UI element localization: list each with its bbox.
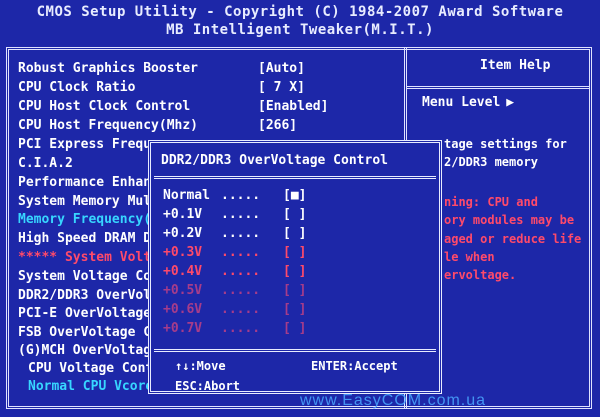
setting-high-speed-dram[interactable]: High Speed DRAM D (18, 230, 151, 248)
help-text-line: ervoltage. (444, 268, 517, 282)
option-plus-0-7v[interactable]: +0.7V..... [ ] (163, 320, 306, 338)
overvoltage-dialog: DDR2/DDR3 OverVoltage Control Normal....… (148, 140, 442, 394)
setting-memory-frequency: Memory Frequency( (18, 212, 152, 227)
option-checkbox[interactable]: [ ] (283, 225, 306, 243)
option-plus-0-4v[interactable]: +0.4V..... [ ] (163, 263, 306, 281)
option-plus-0-5v[interactable]: +0.5V..... [ ] (163, 282, 306, 300)
option-checkbox[interactable]: [ ] (283, 301, 306, 319)
setting-value-cpu-host-clock-control[interactable]: [Enabled] (258, 98, 328, 116)
help-text-line: tage settings for (444, 137, 567, 151)
option-checkbox-selected[interactable]: [■] (283, 187, 306, 205)
option-dots: ..... (221, 226, 261, 241)
option-label: +0.3V (163, 245, 203, 260)
setting-system-memory-multiplier[interactable]: System Memory Mul (18, 193, 151, 211)
setting-system-voltage-control[interactable]: System Voltage Co (18, 268, 151, 286)
option-checkbox[interactable]: [ ] (283, 282, 306, 300)
option-dots: ..... (221, 245, 261, 260)
move-key-hint: ↑↓:Move (175, 359, 226, 373)
title-bar: CMOS Setup Utility - Copyright (C) 1984-… (0, 0, 600, 46)
watermark: www.EasyCOM.com.ua (300, 392, 487, 409)
option-checkbox[interactable]: [ ] (283, 263, 306, 281)
option-checkbox[interactable]: [ ] (283, 244, 306, 262)
option-dots: ..... (221, 283, 261, 298)
setting-cpu-host-frequency[interactable]: CPU Host Frequency(Mhz) (18, 117, 198, 135)
option-dots: ..... (221, 264, 261, 279)
setting-pci-express-frequency[interactable]: PCI Express Frequ (18, 136, 151, 154)
help-text-line: aged or reduce life (444, 232, 582, 246)
section-system-voltage-header: ***** System Volt (18, 250, 152, 265)
option-plus-0-1v[interactable]: +0.1V..... [ ] (163, 206, 306, 224)
menu-level-label: Menu Level (422, 95, 501, 110)
option-label: +0.2V (163, 226, 203, 241)
dialog-title: DDR2/DDR3 OverVoltage Control (161, 153, 388, 168)
setting-performance-enhance[interactable]: Performance Enhan (18, 174, 151, 192)
setting-value-cpu-clock-ratio[interactable]: [ 7 X] (258, 79, 305, 97)
menu-level-arrow-icon: ▶ (506, 95, 515, 110)
setting-normal-cpu-vcore: Normal CPU Vcore (28, 379, 154, 394)
abort-key-hint: ESC:Abort (175, 379, 241, 393)
setting-gmch-overvoltage[interactable]: (G)MCH OverVoltag (18, 342, 151, 360)
help-text-line: 2/DDR3 memory (444, 155, 538, 169)
setting-value-robust-graphics-booster[interactable]: [Auto] (258, 60, 305, 78)
option-dots: ..... (221, 321, 261, 336)
setting-robust-graphics-booster[interactable]: Robust Graphics Booster (18, 60, 198, 78)
option-plus-0-3v[interactable]: +0.3V..... [ ] (163, 244, 306, 262)
option-checkbox[interactable]: [ ] (283, 206, 306, 224)
help-text-line: ory modules may be (444, 213, 575, 227)
page-title: MB Intelligent Tweaker(M.I.T.) (166, 22, 434, 38)
setting-cpu-host-clock-control[interactable]: CPU Host Clock Control (18, 98, 190, 116)
option-label: +0.7V (163, 321, 203, 336)
item-help-title: Item Help (480, 58, 551, 73)
help-title-divider (407, 86, 589, 89)
setting-cia2[interactable]: C.I.A.2 (18, 155, 73, 173)
option-label: +0.6V (163, 302, 203, 317)
utility-title: CMOS Setup Utility - Copyright (C) 1984-… (36, 4, 564, 20)
setting-cpu-clock-ratio[interactable]: CPU Clock Ratio (18, 79, 135, 97)
option-label: +0.4V (163, 264, 203, 279)
option-label: +0.1V (163, 207, 203, 222)
setting-value-cpu-host-frequency[interactable]: [266] (258, 117, 297, 135)
option-label: Normal (163, 188, 210, 203)
option-normal[interactable]: Normal..... [■] (163, 187, 306, 205)
option-plus-0-6v[interactable]: +0.6V..... [ ] (163, 301, 306, 319)
help-text-line: le when (444, 250, 495, 264)
option-plus-0-2v[interactable]: +0.2V..... [ ] (163, 225, 306, 243)
accept-key-hint: ENTER:Accept (311, 359, 398, 373)
option-label: +0.5V (163, 283, 203, 298)
setting-ddr-overvoltage[interactable]: DDR2/DDR3 OverVol (18, 287, 151, 305)
dialog-title-divider (154, 176, 436, 179)
menu-level: Menu Level ▶ (422, 95, 514, 110)
option-checkbox[interactable]: [ ] (283, 320, 306, 338)
help-text-line: ning: CPU and (444, 195, 538, 209)
option-dots: ..... (221, 302, 261, 317)
option-dots: ..... (221, 207, 261, 222)
setting-fsb-overvoltage[interactable]: FSB OverVoltage C (18, 324, 151, 342)
setting-cpu-voltage-control[interactable]: CPU Voltage Contr (28, 360, 161, 378)
dialog-footer-divider (154, 349, 436, 352)
setting-pcie-overvoltage[interactable]: PCI-E OverVoltage (18, 305, 151, 323)
option-dots: ..... (221, 188, 261, 203)
